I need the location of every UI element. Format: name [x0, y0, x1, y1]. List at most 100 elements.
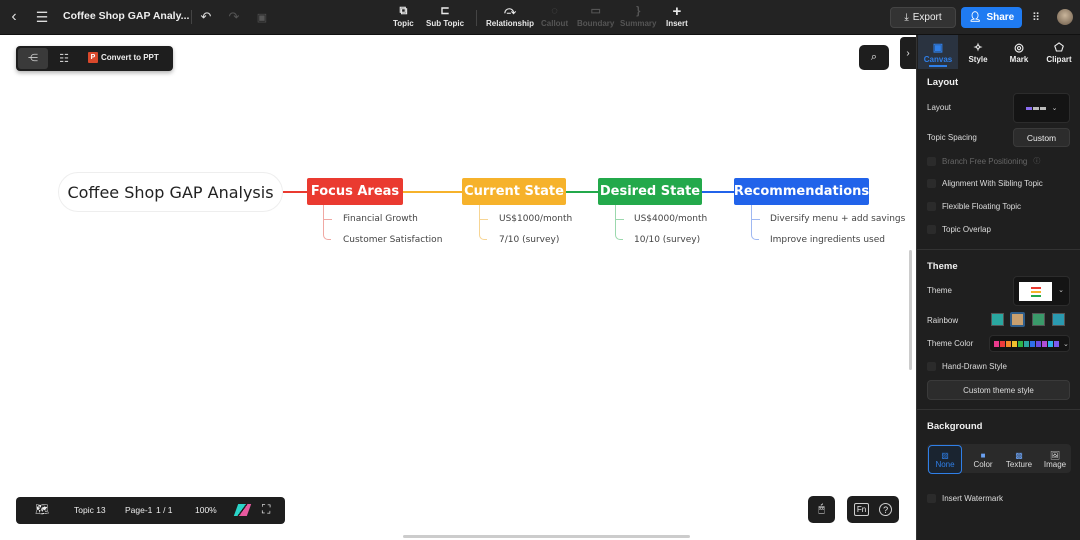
theme-color-swatch: [1018, 340, 1023, 347]
theme-color-swatch: [1036, 340, 1041, 347]
flexible-floating-checkbox[interactable]: Flexible Floating Topic: [927, 202, 1021, 211]
theme-label: Theme: [927, 286, 952, 295]
topic-button[interactable]: ⧉ Topic: [393, 4, 414, 28]
clipart-icon: ⬠: [1054, 41, 1064, 54]
theme-color-dropdown[interactable]: ⌄: [989, 335, 1070, 352]
relationship-button[interactable]: ⤼ Relationship: [486, 4, 534, 28]
subtopic[interactable]: US$1000/month: [499, 214, 572, 224]
branch-topic-desired-state[interactable]: Desired State: [598, 178, 702, 205]
theme-dropdown[interactable]: ⌄: [1013, 276, 1070, 306]
menu-icon[interactable]: ☰: [34, 8, 50, 26]
ai-logo-icon[interactable]: [233, 504, 252, 516]
map-icon[interactable]: 🗺︎: [35, 503, 49, 516]
mindmap-view-icon[interactable]: ⋲: [18, 48, 48, 69]
background-heading: Background: [927, 421, 983, 432]
layout-heading: Layout: [927, 77, 959, 88]
zoom-level[interactable]: 100%: [195, 505, 217, 515]
top-toolbar: ‹ ☰ Coffee Shop GAP Analy... ↶ ↷ ▣ ⧉ Topi…: [0, 0, 1080, 35]
formula-icon[interactable]: Fn: [853, 503, 870, 516]
subtopic[interactable]: 10/10 (survey): [634, 235, 700, 245]
tab-canvas[interactable]: ▣ Canvas: [918, 35, 958, 69]
fullscreen-icon[interactable]: ⛶: [262, 502, 270, 517]
rainbow-option[interactable]: [1052, 313, 1065, 326]
summary-button[interactable]: } Summary: [620, 4, 656, 28]
topic-overlap-checkbox[interactable]: Topic Overlap: [927, 225, 991, 234]
bg-none-option[interactable]: ▨ None: [928, 445, 962, 474]
help-icon[interactable]: ?: [879, 503, 893, 516]
subtopic[interactable]: Improve ingredients used: [770, 235, 885, 245]
callout-icon: ◌: [551, 5, 558, 17]
chevron-down-icon: ⌄: [1051, 105, 1058, 112]
rainbow-option[interactable]: [991, 313, 1004, 326]
custom-spacing-button[interactable]: Custom: [1013, 128, 1070, 147]
horizontal-scrollbar[interactable]: [403, 535, 690, 538]
help-group: Fn ?: [847, 496, 899, 523]
custom-theme-style-button[interactable]: Custom theme style: [927, 380, 1070, 400]
mouse-icon: 🖱︎: [818, 503, 825, 515]
color-icon: ■: [980, 450, 986, 460]
avatar[interactable]: [1057, 9, 1073, 25]
tab-clipart[interactable]: ⬠ Clipart: [1039, 35, 1079, 69]
vertical-scrollbar[interactable]: [909, 250, 912, 370]
insert-watermark-checkbox[interactable]: Insert Watermark: [927, 494, 1003, 503]
outline-view-icon[interactable]: ☷: [54, 48, 74, 69]
theme-color-label: Theme Color: [927, 339, 974, 348]
hand-drawn-style-checkbox[interactable]: Hand-Drawn Style: [927, 362, 1007, 371]
document-title[interactable]: Coffee Shop GAP Analy...: [63, 10, 189, 22]
mouse-mode-button[interactable]: 🖱︎: [808, 496, 835, 523]
properties-panel: ▣ Canvas ✧ Style ◎ Mark ⬠ Clipart Layout Lay…: [916, 35, 1080, 540]
redo-icon[interactable]: ↷: [226, 9, 242, 25]
theme-color-swatch: [1042, 340, 1047, 347]
back-icon[interactable]: ‹: [6, 8, 22, 26]
subtopic[interactable]: 7/10 (survey): [499, 235, 559, 245]
texture-icon: ▩: [1015, 450, 1023, 460]
tab-style[interactable]: ✧ Style: [958, 35, 998, 69]
apps-grid-icon[interactable]: ⠿: [1029, 10, 1043, 24]
ppt-icon: P: [88, 52, 98, 63]
page-count: 1 / 1: [156, 505, 173, 515]
subtopic[interactable]: Financial Growth: [343, 214, 418, 224]
theme-color-swatch: [1012, 340, 1017, 347]
branch-topic-focus-areas[interactable]: Focus Areas: [307, 178, 403, 205]
branch-free-positioning-checkbox[interactable]: Branch Free Positioning ⓘ: [927, 156, 1040, 166]
bg-texture-option[interactable]: ▩ Texture: [1002, 445, 1036, 474]
mark-icon: ◎: [1014, 41, 1024, 54]
view-switcher: ⋲ ☷ P Convert to PPT: [16, 46, 173, 71]
convert-to-ppt-button[interactable]: P Convert to PPT: [88, 52, 159, 63]
download-icon: ⤓: [904, 12, 909, 23]
subtopic[interactable]: Customer Satisfaction: [343, 235, 442, 245]
subtopic-button[interactable]: ⊏ Sub Topic: [426, 4, 464, 28]
theme-color-swatch: [1054, 340, 1059, 347]
format-painter-icon[interactable]: ▣: [254, 9, 270, 25]
rainbow-option[interactable]: [1032, 313, 1045, 326]
boundary-button[interactable]: ▭ Boundary: [577, 4, 614, 28]
search-button[interactable]: ⌕: [859, 45, 889, 70]
alignment-sibling-checkbox[interactable]: Alignment With Sibling Topic: [927, 179, 1043, 188]
chevron-down-icon: ⌄: [1063, 340, 1069, 348]
callout-button[interactable]: ◌ Callout: [541, 4, 568, 28]
root-topic[interactable]: Coffee Shop GAP Analysis: [58, 172, 283, 212]
branch-topic-recommendations[interactable]: Recommendations: [734, 178, 869, 205]
collapse-panel-button[interactable]: ›: [900, 37, 916, 69]
insert-button[interactable]: + Insert: [666, 4, 688, 28]
page-label[interactable]: Page-1: [125, 505, 152, 515]
subtopic[interactable]: US$4000/month: [634, 214, 707, 224]
bg-image-option[interactable]: 🖼︎ Image: [1038, 445, 1072, 474]
no-background-icon: ▨: [941, 450, 949, 460]
layout-dropdown[interactable]: ⌄: [1013, 93, 1070, 123]
topic-spacing-label: Topic Spacing: [927, 133, 977, 142]
tab-mark[interactable]: ◎ Mark: [999, 35, 1039, 69]
theme-color-swatch: [1006, 340, 1011, 347]
subtopic[interactable]: Diversify menu + add savings: [770, 214, 905, 224]
bg-color-option[interactable]: ■ Color: [966, 445, 1000, 474]
rainbow-option-selected[interactable]: [1010, 312, 1025, 327]
info-icon: ⓘ: [1033, 158, 1041, 165]
theme-preview: [1019, 282, 1052, 301]
undo-icon[interactable]: ↶: [198, 9, 214, 25]
theme-heading: Theme: [927, 261, 958, 272]
branch-topic-current-state[interactable]: Current State: [462, 178, 566, 205]
chevron-right-icon: ›: [906, 47, 910, 59]
subtopic-icon: ⊏: [440, 5, 450, 17]
share-button[interactable]: 👤︎ Share: [961, 7, 1022, 28]
export-button[interactable]: ⤓ Export: [890, 7, 956, 28]
